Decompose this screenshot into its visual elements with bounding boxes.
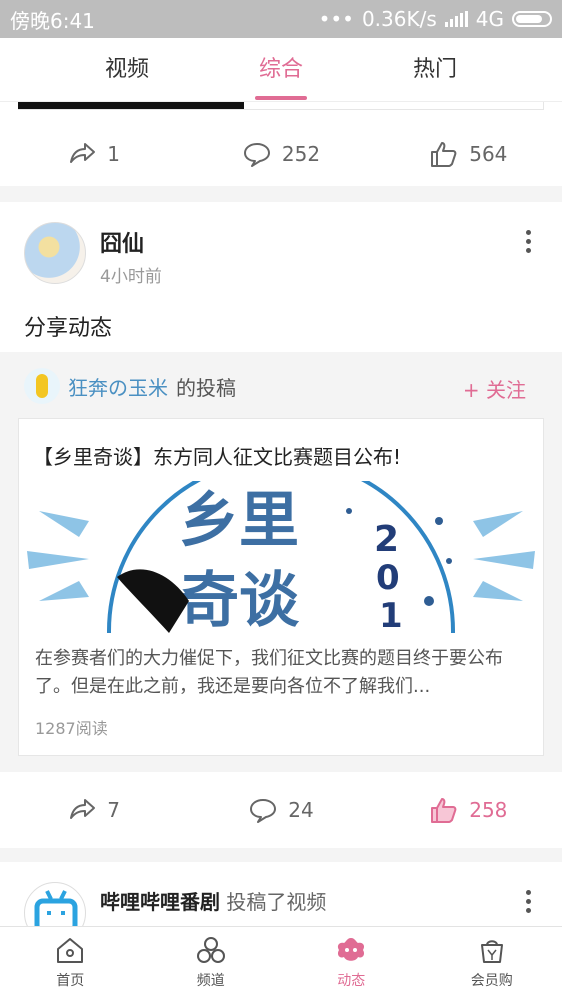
comment-count: 24 [288,798,314,822]
prev-post-card: 1 252 564 [0,102,562,186]
status-bar: 傍晚6:41 ••• 0.36K/s 4G [0,0,562,38]
tab-general[interactable]: 综合 [239,38,323,102]
network-speed: 0.36K/s [361,7,437,31]
dynamic-icon [338,938,365,961]
nav-home[interactable]: 首页 [0,927,141,999]
nav-home-label: 首页 [56,973,85,989]
article-card[interactable]: 【乡里奇谈】东方同人征文比赛题目公布! 乡里 奇谈 2 0 1 在参赛者们的大力… [18,418,544,756]
svg-text:0: 0 [376,558,400,598]
svg-text:2: 2 [374,519,399,560]
nav-shop[interactable]: 会员购 [422,927,562,999]
tab-video[interactable]: 视频 [85,38,169,102]
post-time: 4小时前 [100,267,162,287]
bilibili-tv-icon [34,890,78,926]
tab-hot[interactable]: 热门 [393,38,477,102]
channel-icon [196,937,225,963]
status-dots: ••• [318,7,354,31]
avatar[interactable] [24,222,86,284]
signal-icon [444,11,468,27]
like-count: 258 [469,798,508,822]
article-excerpt: 在参赛者们的大力催促下，我们征文比赛的题目终于要公布了。但是在此之前，我还是要向… [35,648,503,697]
next-post-header: 哔哩哔哩番剧 投稿了视频 [100,886,326,915]
avatar[interactable] [24,882,86,926]
nav-channel-label: 频道 [196,973,225,989]
post-author[interactable]: 囧仙 [100,226,144,258]
svg-text:1: 1 [379,596,403,633]
share-icon [70,799,96,819]
share-button[interactable]: 7 [0,782,187,838]
next-post-action: 投稿了视频 [226,890,327,914]
thumb-up-icon [431,142,457,167]
shared-suffix: 的投稿 [176,375,236,400]
shared-header: 狂奔の玉米 的投稿 [24,366,236,406]
bottom-nav: 首页 频道 动态 会员购 [0,926,562,999]
network-type: 4G [475,7,504,31]
article-banner-image: 乡里 奇谈 2 0 1 [19,481,543,633]
prev-post-frame [18,102,544,110]
comment-icon [250,799,277,823]
nav-dynamic-label: 动态 [337,973,366,989]
nav-channel[interactable]: 频道 [141,927,282,999]
share-count: 7 [107,798,121,822]
status-right: ••• 0.36K/s 4G [319,7,552,31]
like-button[interactable]: 258 [375,782,562,838]
svg-text:乡里: 乡里 [179,486,299,556]
prev-post-actions: 1 252 564 [0,126,562,182]
post-card: 囧仙 4小时前 分享动态 狂奔の玉米 的投稿 + 关注 【乡里奇谈】东方同人征文… [0,202,562,848]
status-time: 傍晚6:41 [10,8,95,33]
shared-content: 狂奔の玉米 的投稿 + 关注 【乡里奇谈】东方同人征文比赛题目公布! 乡里 奇谈… [0,352,562,772]
nav-dynamic[interactable]: 动态 [281,927,422,999]
svg-text:奇谈: 奇谈 [179,566,300,633]
next-post-author[interactable]: 哔哩哔哩番剧 [100,890,220,914]
shared-user-link[interactable]: 狂奔の玉米 [68,372,168,401]
corn-avatar-icon[interactable] [24,368,60,404]
comment-button[interactable]: 252 [187,126,374,182]
more-options-icon[interactable] [526,230,532,253]
share-button[interactable]: 1 [0,126,187,182]
battery-icon [512,11,552,27]
top-tabs: 视频 综合 热门 [0,38,562,102]
thumb-up-icon [431,798,457,823]
follow-button[interactable]: + 关注 [463,374,526,403]
more-options-icon[interactable] [526,890,532,913]
post-text: 分享动态 [24,316,113,341]
article-reads: 1287阅读 [35,719,108,738]
article-title: 【乡里奇谈】东方同人征文比赛题目公布! [33,445,402,469]
post-actions: 7 24 258 [0,782,562,838]
next-post-card: 哔哩哔哩番剧 投稿了视频 [0,862,562,926]
like-count: 564 [469,142,508,166]
home-icon [57,938,84,963]
shopping-bag-icon [480,940,503,963]
share-count: 1 [107,142,121,166]
nav-shop-label: 会员购 [470,973,513,989]
comment-count: 252 [281,142,321,166]
like-button[interactable]: 564 [375,126,562,182]
feed[interactable]: 1 252 564 囧仙 4小时前 分享动态 狂奔の玉米 的投稿 + 关注 【乡… [0,102,562,926]
share-icon [70,143,96,163]
comment-icon [243,143,270,167]
comment-button[interactable]: 24 [187,782,374,838]
